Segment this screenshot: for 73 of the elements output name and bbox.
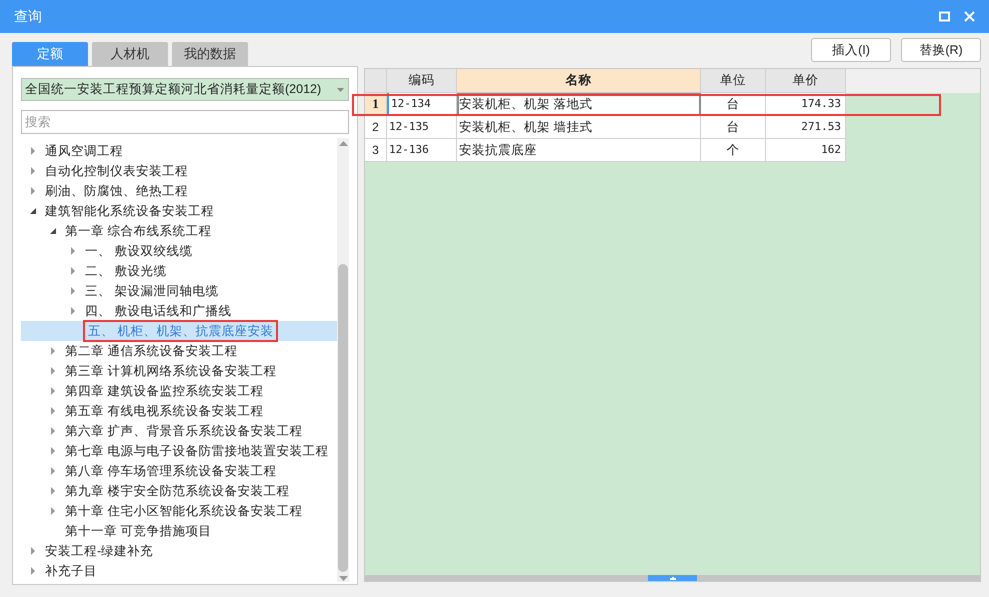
- scroll-up-icon[interactable]: [338, 141, 348, 146]
- column-header[interactable]: 单位: [701, 69, 766, 93]
- table-cell: 个: [701, 139, 766, 162]
- tree-item[interactable]: 三、 架设漏泄同轴电缆: [85, 282, 218, 300]
- collapse-icon[interactable]: [30, 207, 36, 215]
- tree-item[interactable]: 第六章 扩声、背景音乐系统设备安装工程: [65, 422, 302, 440]
- expand-icon[interactable]: [70, 287, 76, 295]
- tree-item[interactable]: 第五章 有线电视系统设备安装工程: [65, 402, 264, 420]
- tree-item[interactable]: 第四章 建筑设备监控系统安装工程: [65, 382, 264, 400]
- table-cell: 162: [766, 139, 846, 162]
- expand-icon[interactable]: [30, 167, 36, 175]
- expand-icon[interactable]: [30, 187, 36, 195]
- caret-icon: [337, 88, 344, 92]
- tree-item[interactable]: 第三章 计算机网络系统设备安装工程: [65, 362, 276, 380]
- expand-icon[interactable]: [50, 447, 56, 455]
- expand-icon[interactable]: [50, 387, 56, 395]
- tab[interactable]: 人材机: [92, 42, 168, 66]
- tree-item[interactable]: 第十一章 可竞争措施项目: [65, 522, 212, 540]
- expand-icon[interactable]: [50, 407, 56, 415]
- tree-item[interactable]: 通风空调工程: [45, 142, 123, 160]
- tree-item[interactable]: 二、 敷设光缆: [85, 262, 166, 280]
- expand-icon[interactable]: [50, 367, 56, 375]
- scrollbar[interactable]: [337, 138, 349, 582]
- tree-item[interactable]: 四、 敷设电话线和广播线: [85, 302, 232, 320]
- expand-icon[interactable]: [50, 427, 56, 435]
- expand-icon[interactable]: [30, 547, 36, 555]
- tree-item[interactable]: 第一章 综合布线系统工程: [65, 222, 212, 240]
- table-cell: 台: [701, 116, 766, 139]
- expand-icon[interactable]: [30, 567, 36, 575]
- row-number[interactable]: 2: [365, 116, 387, 139]
- expand-icon[interactable]: [50, 467, 56, 475]
- dropdown-value: 全国统一安装工程预算定额河北省消耗量定额(2012): [25, 81, 322, 98]
- table-cell: 安装机柜、机架 墙挂式: [457, 116, 701, 139]
- search-field[interactable]: 搜索: [21, 110, 349, 134]
- column-header[interactable]: 名称: [457, 69, 701, 93]
- table-cell: 12-136: [387, 139, 457, 162]
- window-title: 查询: [14, 6, 42, 26]
- tree-item[interactable]: 刷油、防腐蚀、绝热工程: [45, 182, 188, 200]
- expand-icon[interactable]: [50, 507, 56, 515]
- tree-item[interactable]: 自动化控制仪表安装工程: [45, 162, 188, 180]
- collapse-icon[interactable]: [50, 227, 56, 235]
- table-cell: 安装抗震底座: [457, 139, 701, 162]
- grip-icon: [670, 576, 676, 580]
- action-button[interactable]: 替换(R): [901, 38, 981, 62]
- horizontal-scrollbar[interactable]: [365, 575, 980, 581]
- tree-item[interactable]: 第七章 电源与电子设备防雷接地装置安装工程: [65, 442, 328, 460]
- tab[interactable]: 我的数据: [172, 42, 248, 66]
- action-button[interactable]: 插入(I): [811, 38, 891, 62]
- table-cell: 271.53: [766, 116, 846, 139]
- row-number[interactable]: 3: [365, 139, 387, 162]
- tree-item[interactable]: 第二章 通信系统设备安装工程: [65, 342, 238, 360]
- expand-icon[interactable]: [50, 487, 56, 495]
- expand-icon[interactable]: [70, 247, 76, 255]
- tree-item[interactable]: 一、 敷设双绞线缆: [85, 242, 192, 260]
- expand-icon[interactable]: [50, 347, 56, 355]
- tree-item[interactable]: 补充子目: [45, 562, 97, 580]
- tree-item[interactable]: 第九章 楼宇安全防范系统设备安装工程: [65, 482, 290, 500]
- table-cell: 12-135: [387, 116, 457, 139]
- scroll-down-icon[interactable]: [338, 576, 348, 581]
- expand-icon[interactable]: [30, 147, 36, 155]
- close-icon[interactable]: [964, 10, 975, 22]
- expand-icon[interactable]: [70, 267, 76, 275]
- tree-item[interactable]: 第十章 住宅小区智能化系统设备安装工程: [65, 502, 302, 520]
- expand-icon[interactable]: [70, 307, 76, 315]
- scrollbar-thumb[interactable]: [648, 575, 697, 581]
- tree-item[interactable]: 第八章 停车场管理系统设备安装工程: [65, 462, 276, 480]
- tree-item[interactable]: 安装工程-绿建补充: [45, 542, 154, 560]
- column-header[interactable]: 编码: [387, 69, 457, 93]
- column-header[interactable]: 单价: [766, 69, 846, 93]
- scrollbar-thumb[interactable]: [338, 264, 348, 572]
- maximize-icon[interactable]: [939, 10, 950, 22]
- tree-item[interactable]: 建筑智能化系统设备安装工程: [45, 202, 214, 220]
- library-dropdown[interactable]: 全国统一安装工程预算定额河北省消耗量定额(2012): [21, 78, 349, 101]
